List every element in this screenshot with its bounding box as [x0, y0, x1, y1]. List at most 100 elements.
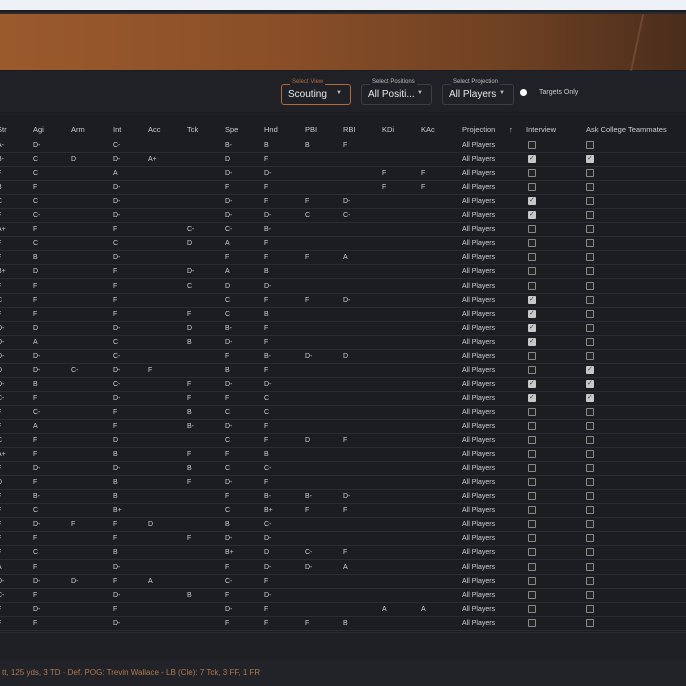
table-row[interactable]: C- F D- F F C All Players — [0, 392, 686, 406]
interview-checkbox[interactable] — [528, 239, 536, 248]
table-row[interactable]: A+ F F C- C- B- All Players — [0, 223, 686, 238]
interview-checkbox[interactable] — [528, 407, 536, 416]
interview-checkbox[interactable] — [528, 295, 536, 304]
interview-checkbox[interactable] — [528, 141, 536, 149]
select-positions-dropdown[interactable]: Select Positions All Positi... ▼ — [361, 79, 432, 105]
table-row[interactable]: D- B C- F D- D- All Players — [0, 378, 686, 392]
ask-teammates-checkbox[interactable] — [586, 436, 594, 445]
ask-teammates-checkbox[interactable] — [586, 520, 594, 529]
column-header-pbi[interactable]: PBI — [305, 125, 317, 134]
ask-teammates-checkbox[interactable] — [586, 337, 594, 346]
table-row[interactable]: A F D- F D- D- A All Players — [0, 561, 686, 575]
table-row[interactable]: F F D- F F F B All Players — [0, 617, 686, 631]
column-header-int[interactable]: Int — [113, 125, 121, 134]
interview-checkbox[interactable] — [528, 154, 536, 164]
ask-teammates-checkbox[interactable] — [586, 154, 594, 164]
table-row[interactable]: C C D- D- F F D- All Players — [0, 195, 686, 210]
table-row[interactable]: D- D D- D B- F All Players — [0, 322, 686, 336]
table-row[interactable]: F F F F D- D- All Players — [0, 532, 686, 547]
interview-checkbox[interactable] — [528, 196, 536, 206]
column-header-rbi[interactable]: RBI — [343, 125, 356, 134]
table-row[interactable]: F D- D- B C C- All Players — [0, 462, 686, 477]
interview-checkbox[interactable] — [528, 436, 536, 445]
table-row[interactable]: F B D- F F F A All Players — [0, 251, 686, 266]
interview-checkbox[interactable] — [528, 351, 536, 360]
table-row[interactable]: B- C D D- A+ D F All Players — [0, 153, 686, 168]
ask-teammates-checkbox[interactable] — [586, 295, 594, 304]
table-row[interactable]: D- D- C- F B- D- D All Players — [0, 350, 686, 364]
column-header-ask-college-teammates[interactable]: Ask College Teammates — [586, 125, 667, 134]
interview-checkbox[interactable] — [528, 478, 536, 487]
column-header-str[interactable]: Str — [0, 125, 7, 134]
targets-only-radio[interactable] — [520, 89, 527, 96]
ask-teammates-checkbox[interactable] — [586, 225, 594, 234]
table-row[interactable]: F D- F D- F A A All Players — [0, 603, 686, 617]
table-row[interactable]: B+ D F D- A B All Players — [0, 265, 686, 280]
column-header-agi[interactable]: Agi — [33, 125, 44, 134]
ask-teammates-checkbox[interactable] — [586, 141, 594, 149]
interview-checkbox[interactable] — [528, 548, 536, 557]
column-header-hnd[interactable]: Hnd — [264, 125, 278, 134]
interview-checkbox[interactable] — [528, 253, 536, 262]
interview-checkbox[interactable] — [528, 393, 536, 402]
column-header-interview[interactable]: Interview — [526, 125, 556, 134]
interview-checkbox[interactable] — [528, 492, 536, 501]
table-row[interactable]: C F F C F F D- All Players — [0, 294, 686, 308]
ask-teammates-checkbox[interactable] — [586, 197, 594, 206]
ask-teammates-checkbox[interactable] — [586, 450, 594, 459]
ask-teammates-checkbox[interactable] — [586, 604, 594, 613]
interview-checkbox[interactable] — [528, 337, 536, 346]
ask-teammates-checkbox[interactable] — [586, 464, 594, 473]
column-header-projection[interactable]: Projection — [462, 125, 495, 134]
interview-checkbox[interactable] — [528, 225, 536, 234]
ask-teammates-checkbox[interactable] — [586, 562, 594, 571]
interview-checkbox[interactable] — [528, 450, 536, 459]
ask-teammates-checkbox[interactable] — [586, 323, 594, 332]
table-row[interactable]: A+ F B F F B All Players — [0, 448, 686, 463]
ask-teammates-checkbox[interactable] — [586, 478, 594, 487]
column-header-arm[interactable]: Arm — [71, 125, 85, 134]
column-header-acc[interactable]: Acc — [148, 125, 161, 134]
table-row[interactable]: F F F F C B All Players — [0, 308, 686, 322]
interview-checkbox[interactable] — [528, 379, 536, 388]
table-row[interactable]: F C- F B C C All Players — [0, 406, 686, 420]
column-header-kdi[interactable]: KDi — [382, 125, 394, 134]
ask-teammates-checkbox[interactable] — [586, 211, 594, 220]
ask-teammates-checkbox[interactable] — [586, 590, 594, 599]
table-row[interactable]: F A F B- D- F All Players — [0, 420, 686, 434]
table-row[interactable]: C F D C F D F All Players — [0, 434, 686, 449]
ask-teammates-checkbox[interactable] — [586, 393, 594, 402]
table-row[interactable]: D- A C B D- F All Players — [0, 336, 686, 350]
ask-teammates-checkbox[interactable] — [586, 534, 594, 543]
table-row[interactable]: F B- B F B- B- D- All Players — [0, 490, 686, 505]
ask-teammates-checkbox[interactable] — [586, 379, 594, 388]
interview-checkbox[interactable] — [528, 422, 536, 430]
table-row[interactable]: D- D- D- F A C- F All Players — [0, 575, 686, 589]
ask-teammates-checkbox[interactable] — [586, 365, 594, 374]
interview-checkbox[interactable] — [528, 281, 536, 290]
interview-checkbox[interactable] — [528, 520, 536, 529]
ask-teammates-checkbox[interactable] — [586, 351, 594, 360]
interview-checkbox[interactable] — [528, 210, 536, 220]
table-row[interactable]: A- D- C- B- B B F All Players — [0, 139, 686, 153]
interview-checkbox[interactable] — [528, 183, 536, 192]
interview-checkbox[interactable] — [528, 169, 536, 178]
ask-teammates-checkbox[interactable] — [586, 309, 594, 318]
interview-checkbox[interactable] — [528, 365, 536, 374]
ask-teammates-checkbox[interactable] — [586, 618, 594, 627]
select-projection-dropdown[interactable]: Select Projection All Players ▼ — [442, 79, 514, 105]
table-row[interactable]: D F B F D- F All Players — [0, 476, 686, 491]
table-row[interactable]: F C B+ C B+ F F All Players — [0, 504, 686, 519]
interview-checkbox[interactable] — [528, 506, 536, 515]
ask-teammates-checkbox[interactable] — [586, 239, 594, 248]
ask-teammates-checkbox[interactable] — [586, 422, 594, 430]
ask-teammates-checkbox[interactable] — [586, 281, 594, 290]
table-row[interactable]: F F F C D D- All Players — [0, 280, 686, 294]
ask-teammates-checkbox[interactable] — [586, 548, 594, 557]
table-row[interactable]: F C- D- D- D- C C- All Players — [0, 209, 686, 224]
interview-checkbox[interactable] — [528, 618, 536, 627]
ask-teammates-checkbox[interactable] — [586, 492, 594, 501]
ask-teammates-checkbox[interactable] — [586, 183, 594, 192]
table-row[interactable]: F C C D A F All Players — [0, 237, 686, 252]
column-header-spe[interactable]: Spe — [225, 125, 238, 134]
